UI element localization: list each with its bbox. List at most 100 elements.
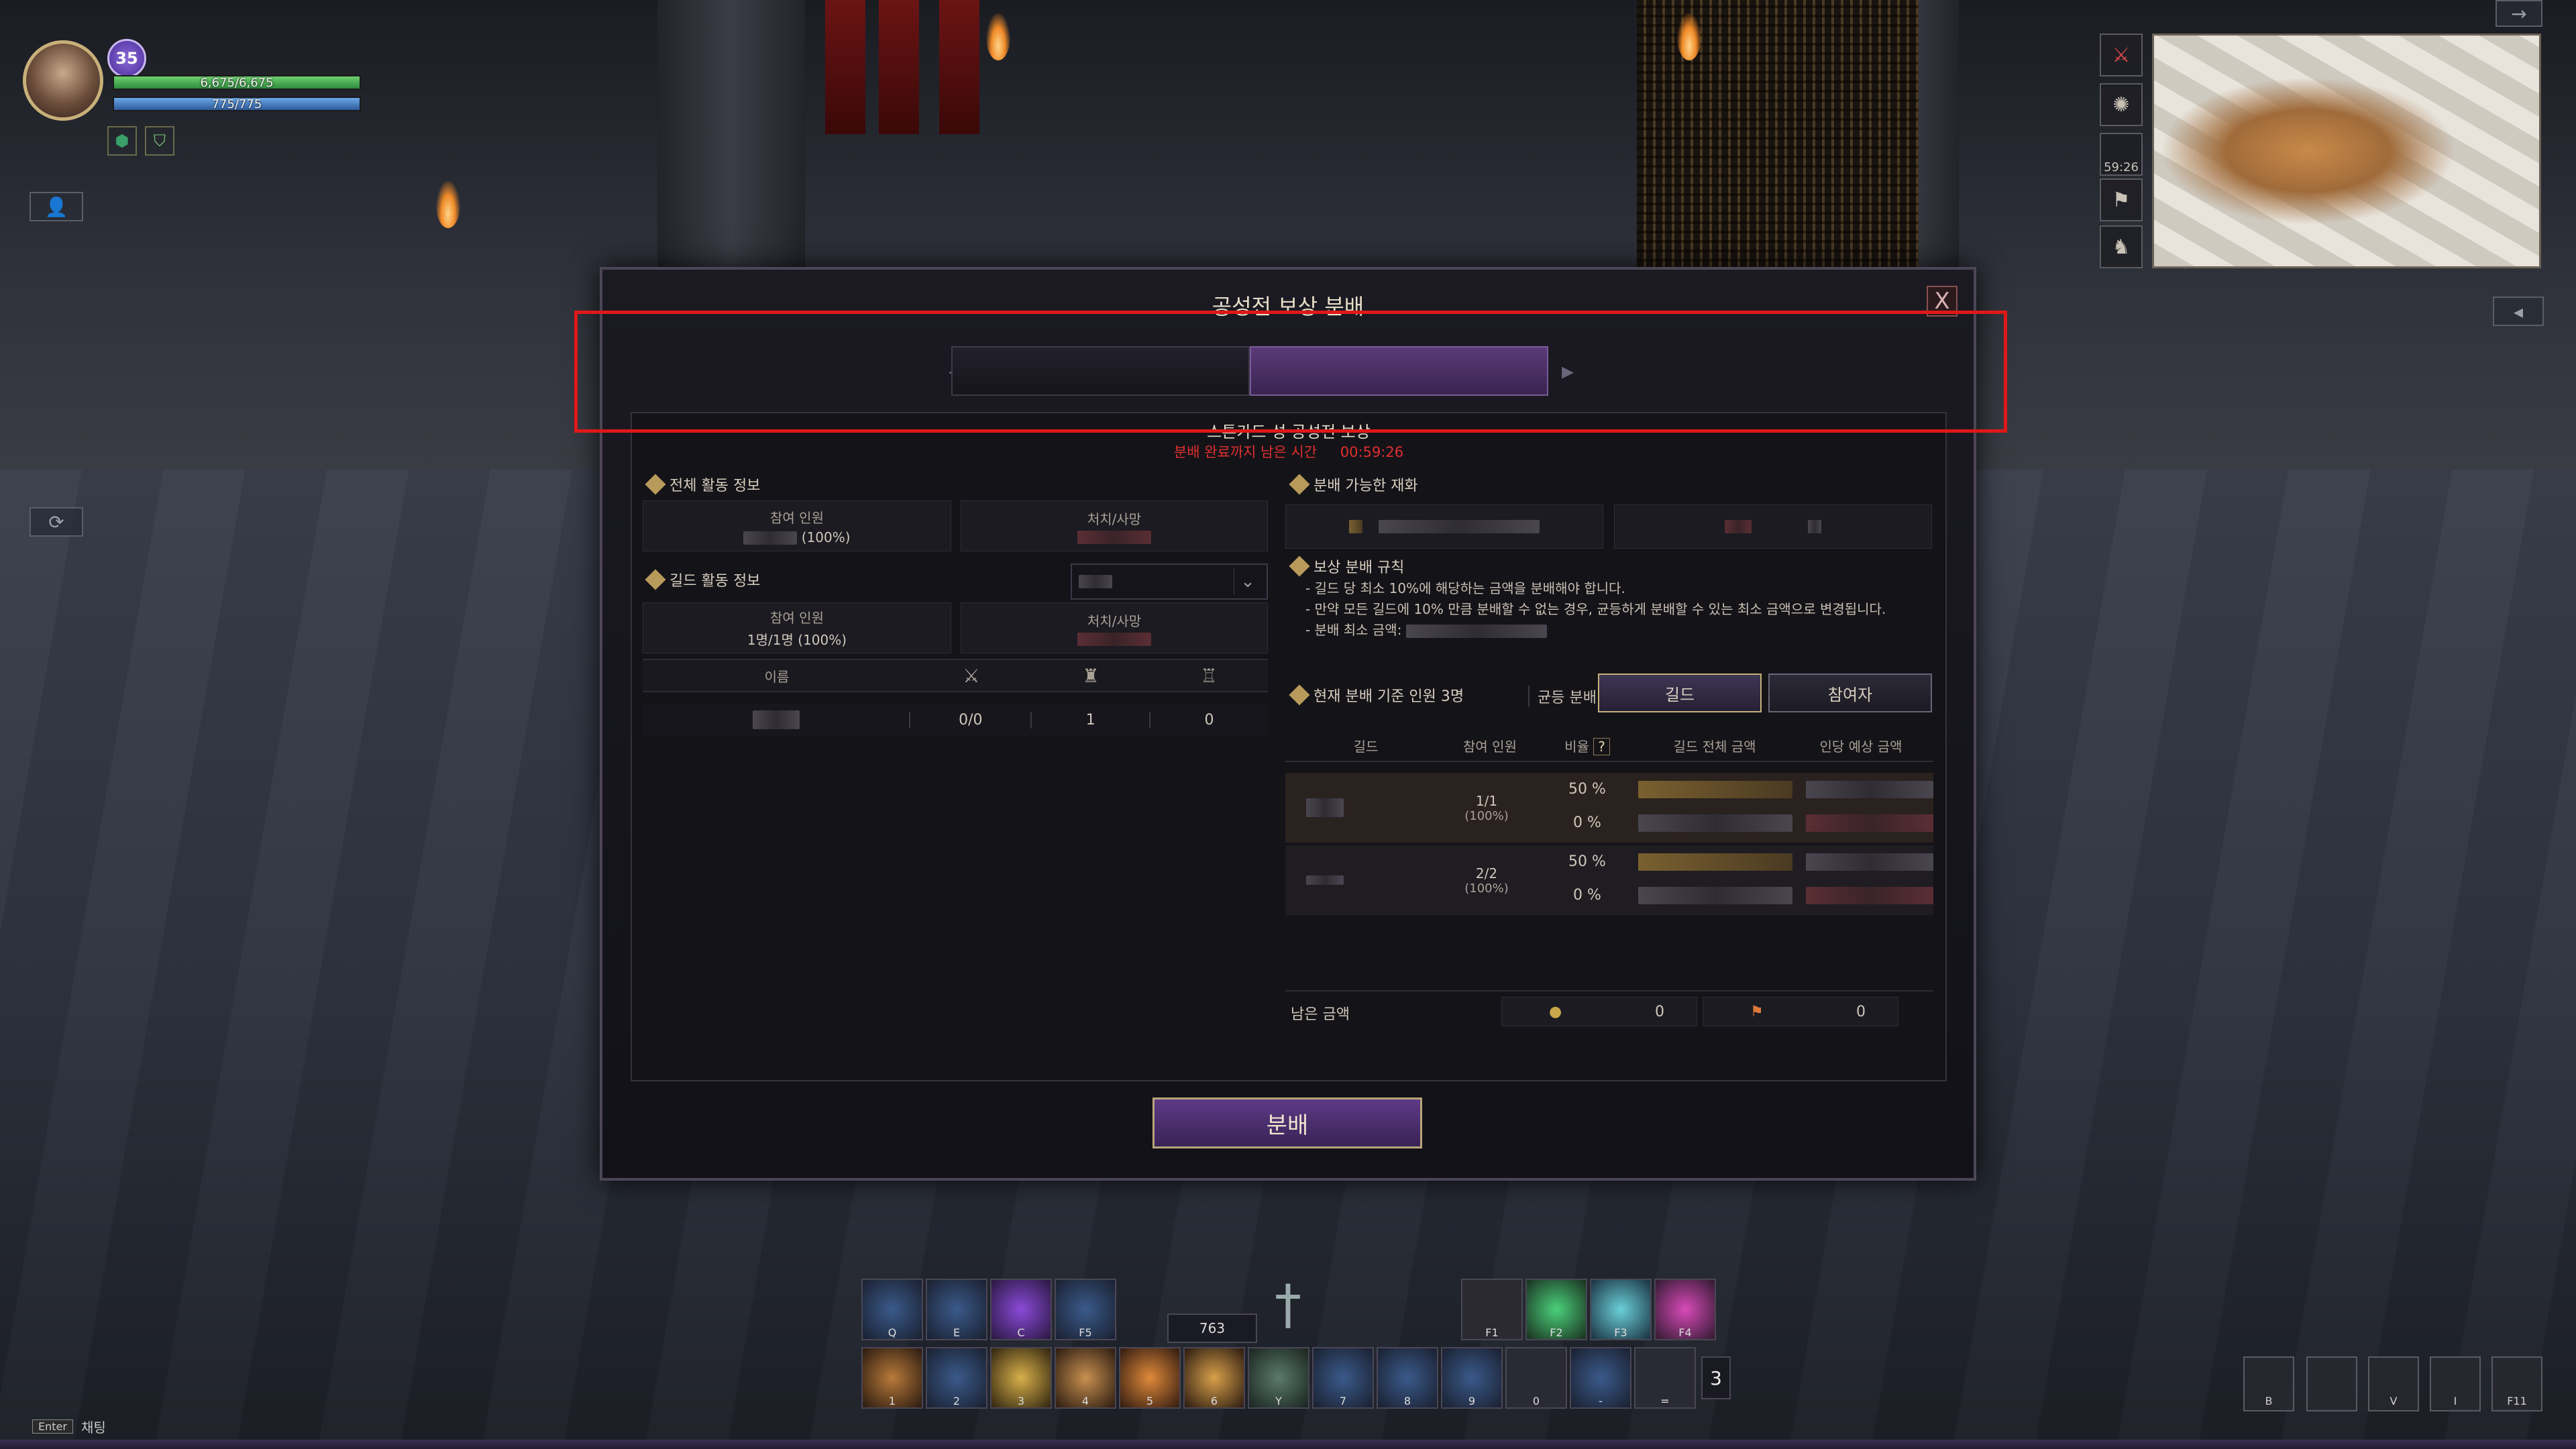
- hud-key: B: [2265, 1395, 2273, 1407]
- map-toggle-icon[interactable]: ◂: [2493, 297, 2544, 326]
- skill-key: E: [953, 1326, 961, 1339]
- guild-basis-button[interactable]: 길드: [1598, 674, 1762, 712]
- guild-kd-label: 처치/사망: [1087, 612, 1142, 629]
- siege-icon[interactable]: ⚔: [2100, 34, 2143, 76]
- goods-heading-text: 분배 가능한 재화: [1313, 478, 1418, 494]
- hud-key: F11: [2507, 1395, 2527, 1407]
- member-name: [643, 710, 909, 729]
- skill-slot[interactable]: E: [926, 1279, 987, 1340]
- skill-key: C: [1017, 1326, 1025, 1339]
- sword-icon: †: [1275, 1273, 1301, 1336]
- col-per-person: 인당 예상 금액: [1819, 738, 1902, 755]
- skill-slot[interactable]: -: [1570, 1347, 1631, 1409]
- goods-heading: 분배 가능한 재화: [1289, 474, 1418, 495]
- overall-kd-label: 처치/사망: [1087, 511, 1142, 527]
- guild-members: 2/2 (100%): [1446, 845, 1527, 915]
- party-icon[interactable]: 👤: [30, 192, 83, 221]
- skill-slot[interactable]: 5: [1119, 1347, 1181, 1409]
- guild-select-dropdown[interactable]: ⌄: [1071, 564, 1268, 600]
- skill-key: F5: [1079, 1326, 1092, 1339]
- skill-slot[interactable]: 3: [990, 1347, 1052, 1409]
- minimap[interactable]: [2152, 34, 2541, 268]
- skill-slot[interactable]: 1: [861, 1347, 923, 1409]
- skill-key: 8: [1403, 1395, 1411, 1407]
- item-slot[interactable]: F1: [1461, 1279, 1523, 1340]
- equal-distribution-label: 균등 분배: [1528, 686, 1597, 707]
- remaining-gold-value: 0: [1655, 1003, 1664, 1020]
- skill-slot[interactable]: 6: [1183, 1347, 1245, 1409]
- skill-key: F4: [1678, 1326, 1692, 1339]
- guild-members-pct: (100%): [1464, 881, 1509, 896]
- exit-arrow-icon[interactable]: →: [2496, 0, 2542, 27]
- guild-buff-icon[interactable]: ⬢: [107, 126, 137, 156]
- table-row[interactable]: 0/0 1 0: [643, 703, 1268, 737]
- overall-info-heading-text: 전체 활동 정보: [669, 478, 761, 494]
- skill-slot[interactable]: 2: [926, 1347, 987, 1409]
- skill-slot[interactable]: 0: [1505, 1347, 1567, 1409]
- helm-icon[interactable]: ♞: [2100, 225, 2143, 268]
- tower-icon: ♜: [1082, 664, 1099, 687]
- blurred-value: [1079, 575, 1112, 588]
- col-guild-total: 길드 전체 금액: [1673, 738, 1756, 755]
- help-icon[interactable]: ?: [1593, 737, 1610, 755]
- overall-kd-cell: 처치/사망: [961, 500, 1268, 551]
- hp-text: 6,675/6,675: [200, 75, 274, 90]
- diamond-icon: [1289, 555, 1310, 577]
- goods-cell-1: [1285, 504, 1603, 549]
- remaining-item-value: 0: [1856, 1003, 1866, 1020]
- siege-weapon-icon: ♖: [1200, 664, 1218, 687]
- skill-slot[interactable]: 8: [1377, 1347, 1438, 1409]
- member-stat-2: 1: [1030, 711, 1149, 729]
- col-ratio-text: 비율: [1564, 738, 1589, 755]
- skill-key: 6: [1210, 1395, 1218, 1407]
- blurred-value: [1306, 875, 1344, 885]
- timer-icon[interactable]: 59:26: [2100, 133, 2143, 176]
- table-row[interactable]: 2/2 (100%) 50 % 0 %: [1285, 845, 1933, 915]
- character-button[interactable]: [2306, 1356, 2357, 1411]
- participant-basis-button[interactable]: 참여자: [1768, 674, 1932, 712]
- timer-value: 00:59:26: [1340, 444, 1404, 460]
- guild-participants-cell: 참여 인원 1명/1명 (100%): [643, 602, 951, 653]
- swirl-icon[interactable]: ⟳: [30, 507, 83, 537]
- rules-text: - 길드 당 최소 10%에 해당하는 금액을 분배해야 합니다. - 만약 모…: [1305, 578, 1936, 641]
- main-menu-grid-button[interactable]: F11: [2491, 1356, 2542, 1411]
- guild-members-count: 1/1: [1475, 792, 1498, 809]
- rules-heading: 보상 분배 규칙: [1289, 555, 1405, 577]
- basis-heading-text: 현재 분배 기준 인원 3명: [1313, 688, 1464, 705]
- ratio-first[interactable]: 50 %: [1547, 853, 1627, 870]
- compass-icon[interactable]: ✺: [2100, 83, 2143, 126]
- skill-slot[interactable]: 9: [1441, 1347, 1503, 1409]
- background-pillar: [657, 0, 805, 282]
- skill-key: Q: [888, 1326, 897, 1339]
- flag-icon[interactable]: ⚑: [2100, 178, 2143, 221]
- skill-slot[interactable]: Y: [1248, 1347, 1309, 1409]
- guild-info-heading-text: 길드 활동 정보: [669, 573, 761, 590]
- guild-kd-cell: 처치/사망: [961, 602, 1268, 653]
- item-slot[interactable]: F3: [1590, 1279, 1652, 1340]
- chat-hint[interactable]: Enter 채팅: [32, 1417, 106, 1436]
- skill-key: F3: [1614, 1326, 1627, 1339]
- item-slot[interactable]: F2: [1525, 1279, 1587, 1340]
- menu-button-b[interactable]: B: [2243, 1356, 2294, 1411]
- inventory-button[interactable]: I: [2430, 1356, 2481, 1411]
- skill-slot[interactable]: 4: [1055, 1347, 1116, 1409]
- ratio-second[interactable]: 0 %: [1547, 814, 1627, 831]
- shield-buff-icon[interactable]: ⛉: [145, 126, 174, 156]
- skill-slot[interactable]: =: [1634, 1347, 1696, 1409]
- skill-slot[interactable]: 7: [1312, 1347, 1374, 1409]
- chevron-down-icon: ⌄: [1234, 569, 1261, 594]
- skill-page-number[interactable]: 3: [1701, 1356, 1731, 1399]
- player-portrait[interactable]: [23, 40, 103, 121]
- currency-icon: [1725, 520, 1752, 533]
- camera-button[interactable]: V: [2368, 1356, 2419, 1411]
- rules-heading-text: 보상 분배 규칙: [1313, 559, 1405, 576]
- ratio-second[interactable]: 0 %: [1547, 887, 1627, 904]
- table-row[interactable]: 1/1 (100%) 50 % 0 %: [1285, 773, 1933, 843]
- skill-slot[interactable]: F5: [1055, 1279, 1116, 1340]
- ratio-first[interactable]: 50 %: [1547, 781, 1627, 798]
- item-slot[interactable]: F4: [1654, 1279, 1716, 1340]
- distribute-button[interactable]: 분배: [1152, 1097, 1422, 1148]
- kill-death-icon: ⚔: [963, 664, 980, 687]
- skill-slot[interactable]: C: [990, 1279, 1052, 1340]
- skill-slot[interactable]: Q: [861, 1279, 923, 1340]
